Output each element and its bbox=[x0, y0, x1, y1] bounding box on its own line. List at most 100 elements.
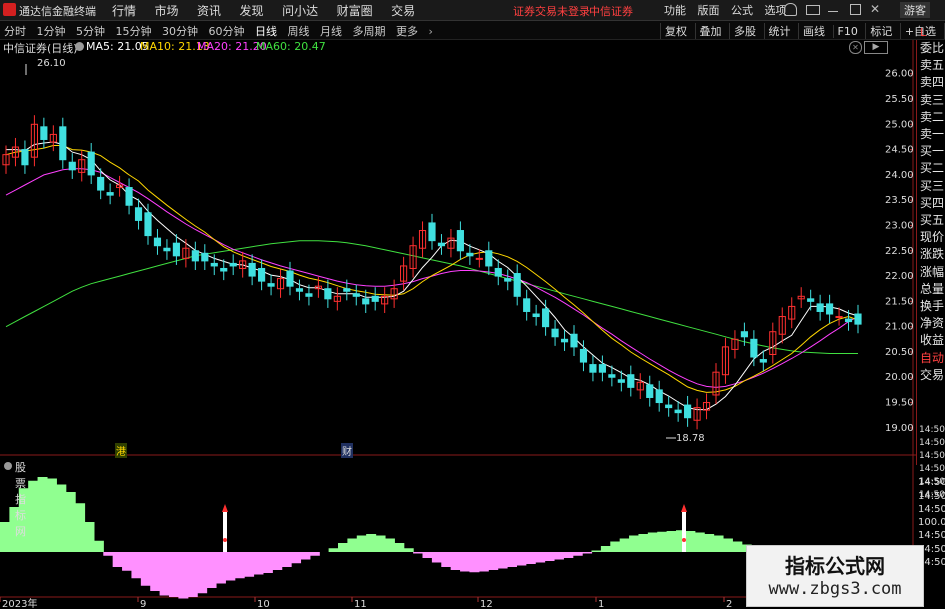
sidebar-item-price[interactable]: 现价 bbox=[917, 229, 945, 246]
indicator-bar-positive bbox=[685, 531, 696, 552]
indicator-bar-negative bbox=[478, 552, 489, 572]
indicator-bar-negative bbox=[525, 552, 536, 564]
candle-body bbox=[844, 318, 853, 323]
candle-body bbox=[475, 257, 483, 260]
y-tick-label: 20.50 bbox=[885, 347, 914, 358]
indicator-bar-positive bbox=[37, 477, 48, 552]
indicator-bar-positive bbox=[713, 535, 724, 552]
indicator-bar-positive bbox=[600, 546, 611, 552]
candle-body bbox=[191, 250, 199, 262]
sidebar-item-bid5[interactable]: 买五 bbox=[917, 212, 945, 229]
indicator-bar-negative bbox=[441, 552, 452, 567]
candle-body bbox=[371, 295, 379, 302]
candle-body bbox=[258, 267, 266, 282]
indicator-bar-positive bbox=[638, 534, 649, 552]
indicator-bar-negative bbox=[422, 552, 433, 558]
sidebar-item-bid1[interactable]: 买一 bbox=[917, 143, 945, 160]
candle-body bbox=[589, 364, 597, 373]
sidebar-item-turnover[interactable]: 换手 bbox=[917, 298, 945, 315]
indicator-bar-positive bbox=[657, 531, 668, 552]
y-tick-label: 19.00 bbox=[885, 423, 914, 434]
candle-body bbox=[68, 161, 76, 171]
indicator-bar-negative bbox=[572, 552, 583, 556]
finance-marker[interactable]: 财 bbox=[341, 443, 353, 458]
watermark-title: 指标公式网 bbox=[785, 554, 885, 578]
y-tick-label: 23.00 bbox=[885, 220, 914, 231]
candle-body bbox=[532, 313, 540, 318]
sidebar-item-change[interactable]: 涨跌 bbox=[917, 246, 945, 263]
candle-body bbox=[485, 250, 493, 267]
candle-body bbox=[646, 384, 654, 398]
y-tick-label: 19.50 bbox=[885, 398, 914, 409]
candle-body bbox=[854, 313, 862, 325]
y-tick-label: 21.00 bbox=[885, 322, 914, 333]
sidebar-item-ask2[interactable]: 卖二 bbox=[917, 109, 945, 126]
sidebar-item-change-pct[interactable]: 涨幅 bbox=[917, 264, 945, 281]
sidebar-item-bid2[interactable]: 买二 bbox=[917, 160, 945, 177]
sidebar-item-net-assets[interactable]: 净资 bbox=[917, 315, 945, 332]
sidebar-item-auto[interactable]: 自动 bbox=[917, 350, 945, 367]
candle-body bbox=[362, 298, 370, 305]
candle-body bbox=[674, 409, 682, 414]
indicator-bar-negative bbox=[272, 552, 283, 570]
sidebar-item-volume[interactable]: 总量 bbox=[917, 281, 945, 298]
candle-body bbox=[456, 230, 464, 252]
candle-body bbox=[267, 283, 275, 287]
candle-body bbox=[504, 278, 512, 282]
indicator-bar-negative bbox=[516, 552, 527, 566]
sidebar-item-bid4[interactable]: 买四 bbox=[917, 195, 945, 212]
x-tick-label: 12 bbox=[480, 599, 493, 609]
indicator-tick: 14:50 bbox=[918, 504, 945, 515]
candle-body bbox=[807, 298, 815, 302]
indicator-bar-negative bbox=[281, 552, 292, 567]
indicator-bar-negative bbox=[131, 552, 142, 579]
indicator-bar-positive bbox=[46, 478, 57, 552]
candle-body bbox=[513, 273, 521, 297]
indicator-bar-positive bbox=[384, 538, 395, 552]
sidebar-L-label[interactable]: L bbox=[920, 26, 926, 39]
candle-body bbox=[59, 126, 67, 161]
sidebar-item-weibi[interactable]: 委比 bbox=[917, 40, 945, 57]
sidebar-item-ask1[interactable]: 卖一 bbox=[917, 126, 945, 143]
sidebar-item-ask5[interactable]: 卖五 bbox=[917, 57, 945, 74]
high-price-label: 26.10 bbox=[37, 58, 66, 69]
indicator-bar-negative bbox=[544, 552, 555, 561]
candle-body bbox=[570, 333, 578, 348]
indicator-name[interactable]: 股票指标网 bbox=[15, 459, 26, 539]
indicator-bar-positive bbox=[93, 540, 104, 552]
sidebar-item-ask3[interactable]: 卖三 bbox=[917, 92, 945, 109]
y-tick-label: 26.00 bbox=[885, 69, 914, 80]
candle-body bbox=[428, 222, 436, 242]
y-tick-label: 22.50 bbox=[885, 246, 914, 257]
indicator-bar-negative bbox=[234, 552, 245, 579]
indicator-bar-positive bbox=[610, 541, 621, 552]
candle-body bbox=[437, 242, 446, 247]
sidebar-item-ask4[interactable]: 卖四 bbox=[917, 74, 945, 91]
indicator-bar-positive bbox=[375, 535, 386, 552]
kline-chart[interactable]: 26.00 25.50 25.00 24.50 24.00 23.50 23.00 22.50… bbox=[0, 0, 945, 609]
indicator-bar-positive bbox=[338, 543, 348, 552]
indicator-bar-positive bbox=[75, 503, 86, 552]
hk-marker[interactable]: 港 bbox=[115, 443, 127, 458]
indicator-settings-icon[interactable] bbox=[4, 462, 12, 470]
candle-body bbox=[21, 149, 29, 166]
y-tick-label: 21.50 bbox=[885, 296, 914, 307]
y-tick-label: 22.00 bbox=[885, 271, 914, 282]
candle-body bbox=[494, 267, 502, 277]
candle-body bbox=[352, 293, 360, 297]
indicator-bar-positive bbox=[732, 541, 743, 552]
x-tick-label: 2023年 bbox=[2, 597, 37, 609]
y-tick-label: 20.00 bbox=[885, 372, 914, 383]
sidebar-item-trade[interactable]: 交易 bbox=[917, 367, 945, 384]
candle-body bbox=[248, 262, 256, 277]
y-tick-label: 23.50 bbox=[885, 195, 914, 206]
indicator-bar-positive bbox=[328, 548, 339, 552]
indicator-bar-negative bbox=[140, 552, 151, 586]
y-tick-label: 24.50 bbox=[885, 145, 914, 156]
indicator-bar-positive bbox=[666, 531, 677, 552]
sidebar-item-bid3[interactable]: 买三 bbox=[917, 178, 945, 195]
candle-body bbox=[220, 267, 228, 272]
candle-body bbox=[835, 316, 843, 319]
sidebar-item-earnings[interactable]: 收益 bbox=[917, 332, 945, 349]
indicator-bar-negative bbox=[553, 552, 564, 560]
